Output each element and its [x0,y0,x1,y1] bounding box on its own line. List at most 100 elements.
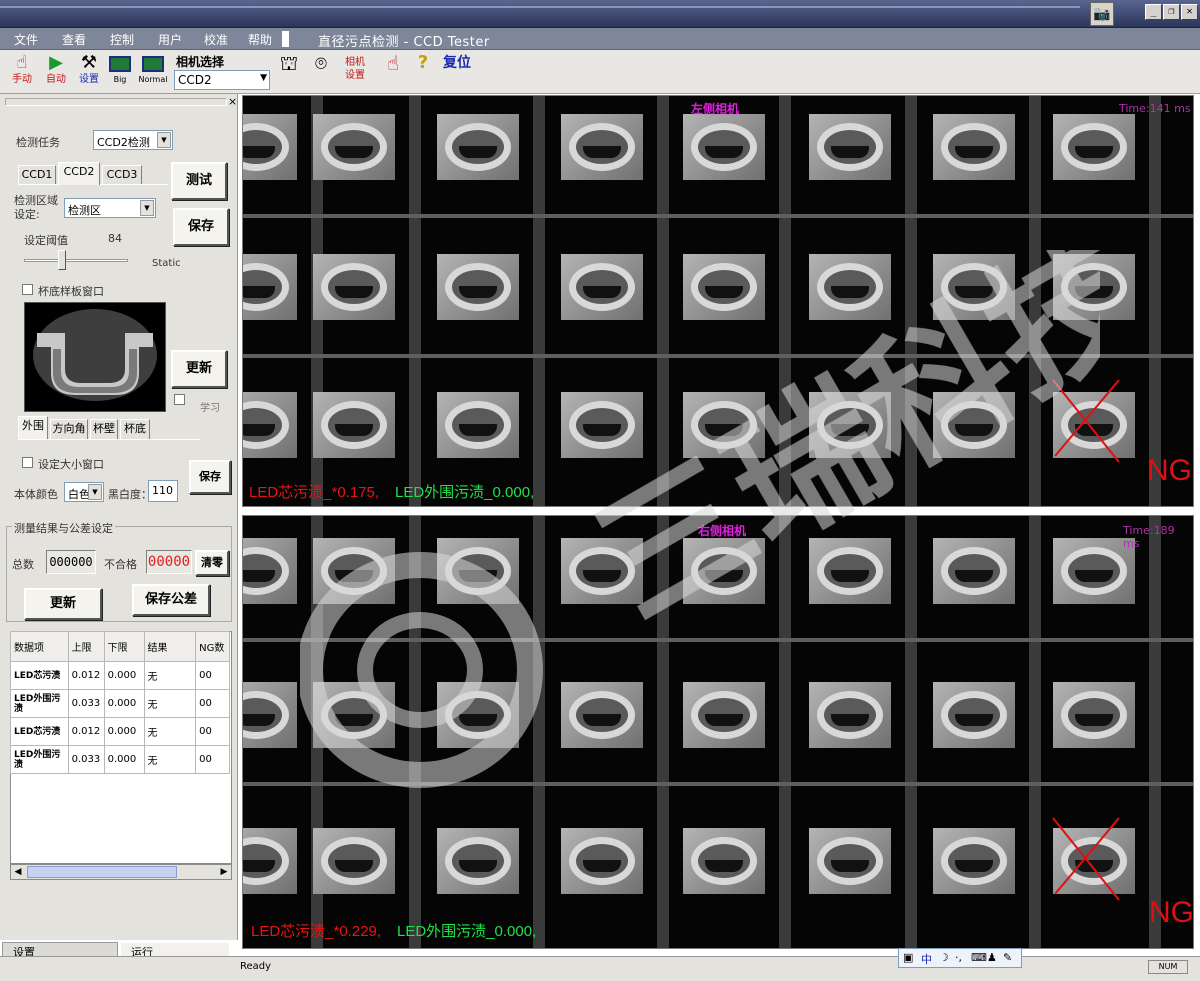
ime-mode-icon[interactable]: ▣ [903,951,913,964]
menu-calibrate[interactable]: 校准 [204,31,228,48]
grid-cell: 无 [143,661,197,690]
threshold-value: 84 [108,232,122,245]
save-button[interactable]: 保存 [173,208,229,246]
led-core [583,286,621,298]
right-camera-view[interactable]: 右侧相机 Time:189 ms NG LED芯污渍_*0.229, LED外围… [242,515,1194,949]
ime-punct-icon[interactable]: ·, [955,951,962,964]
carrier-separator [533,516,545,948]
led-core [583,146,621,158]
ime-language[interactable]: 中 [921,951,932,967]
set-size-checkbox[interactable] [22,457,33,468]
manual-button[interactable]: ☝ 手动 [8,52,36,92]
tab-outer[interactable]: 外围 [18,416,48,439]
carrier-separator [779,516,791,948]
view-time: Time:141 ms [1119,102,1191,115]
camera-snapshot-button[interactable]: ⌾ [306,52,336,92]
carrier-separator [533,96,545,506]
grid-cell: 无 [143,745,197,774]
led-cell [437,254,519,320]
led-core [243,424,275,436]
set-size-label: 设定大小窗口 [38,458,104,471]
hammer-icon: ⚒ [80,52,98,73]
ime-user-icon[interactable]: ♟ [987,951,997,964]
update-template-button[interactable]: 更新 [171,350,227,388]
grid-header: 结果 [143,631,197,662]
grid-horizontal-scrollbar[interactable]: ◀ ▶ [10,864,232,880]
clear-button[interactable]: 清零 [195,550,229,576]
led-cell [933,538,1015,604]
region-select[interactable]: 检测区 ▼ [64,198,156,218]
led-cell [243,828,297,894]
template-window-checkbox[interactable] [22,284,33,295]
ng-cross-mark [1052,817,1120,901]
fail-label: 不合格 [104,558,137,571]
led-core [583,860,621,872]
grid-cell: LED外围污渍 [10,745,69,774]
ime-toolbar[interactable]: ▣ 中 ☽ ·, ⌨ ♟ ✎ [898,948,1022,968]
normal-view-button[interactable]: Normal [138,52,168,92]
menu-user[interactable]: 用户 [158,31,182,48]
scroll-left-icon[interactable]: ◀ [11,865,25,879]
threshold-slider-track[interactable] [24,259,128,262]
tab-ccd2[interactable]: CCD2 [58,162,100,185]
camera-capture-button[interactable]: ⛫ [276,52,302,92]
table-row[interactable]: LED外围污渍 0.033 0.000 无 00 [10,745,230,774]
settings-button[interactable]: ⚒ 设置 [76,52,102,92]
tab-ccd1[interactable]: CCD1 [18,165,56,185]
led-cell [313,828,395,894]
threshold-slider-thumb[interactable] [58,250,66,270]
panel-close-icon[interactable]: × [228,95,237,108]
scroll-right-icon[interactable]: ▶ [217,865,231,879]
tab-direction-angle[interactable]: 方向角 [50,419,88,439]
tab-cup-bottom[interactable]: 杯底 [120,419,150,439]
ime-moon-icon[interactable]: ☽ [939,951,949,964]
table-row[interactable]: LED芯污渍 0.012 0.000 无 00 [10,661,230,690]
led-cell [561,682,643,748]
help-button[interactable]: ? [414,52,432,92]
toolbar: ☝ 手动 ▶ 自动 ⚒ 设置 Big Normal 相机选择 CCD2 ▼ ⛫ … [0,50,1200,94]
auto-button[interactable]: ▶ 自动 [42,52,70,92]
whiteness-input[interactable]: 110 [148,480,178,502]
led-cell [437,392,519,458]
restore-button[interactable]: ❐ [1163,4,1180,20]
table-row[interactable]: LED外围污渍 0.033 0.000 无 00 [10,689,230,718]
led-core [955,714,993,726]
reset-button[interactable]: 复位 [440,52,474,92]
table-row[interactable]: LED芯污渍 0.012 0.000 无 00 [10,717,230,746]
learn-checkbox[interactable] [174,394,185,405]
carrier-separator [905,516,917,948]
ime-wrench-icon[interactable]: ✎ [1003,951,1012,964]
camera-select-label: 相机选择 [176,55,225,69]
ime-keyboard-icon[interactable]: ⌨ [971,951,987,964]
pointer-button[interactable]: ☝ [378,52,408,92]
led-core [459,570,497,582]
core-stain-result: LED芯污渍_*0.229, [251,923,382,940]
led-cell [683,828,765,894]
led-cell [243,682,297,748]
template-window-label: 杯底样板窗口 [38,285,104,298]
led-core [705,424,743,436]
tab-cup-wall[interactable]: 杯壁 [90,419,118,439]
menu-control[interactable]: 控制 [110,31,134,48]
led-cell [437,828,519,894]
save-tolerance-button[interactable]: 保存公差 [132,584,210,616]
test-button[interactable]: 测试 [171,162,227,200]
menu-view[interactable]: 查看 [62,31,86,48]
view-title: 左侧相机 [691,102,740,116]
minimize-button[interactable]: _ [1145,4,1162,20]
left-camera-view[interactable]: 左侧相机 Time:141 ms NG LED芯污渍_*0.175, LED外围… [242,95,1194,507]
camera-select[interactable]: CCD2 ▼ [174,70,270,90]
body-color-label: 本体颜色 [14,488,58,501]
menu-file[interactable]: 文件 [14,31,38,48]
task-select[interactable]: CCD2检测 ▼ [93,130,173,150]
tab-ccd3[interactable]: CCD3 [102,165,142,185]
body-color-select[interactable]: 白色 ▼ [64,482,104,502]
save-size-button[interactable]: 保存 [189,460,231,494]
camera-settings-button[interactable]: 相机 设置 [342,52,368,92]
scrollbar-thumb[interactable] [27,866,177,878]
update-results-button[interactable]: 更新 [24,588,102,620]
menu-help[interactable]: 帮助 [248,31,272,48]
status-text: Ready [240,961,272,972]
close-button[interactable]: ✕ [1181,4,1198,20]
big-view-button[interactable]: Big [106,52,134,92]
